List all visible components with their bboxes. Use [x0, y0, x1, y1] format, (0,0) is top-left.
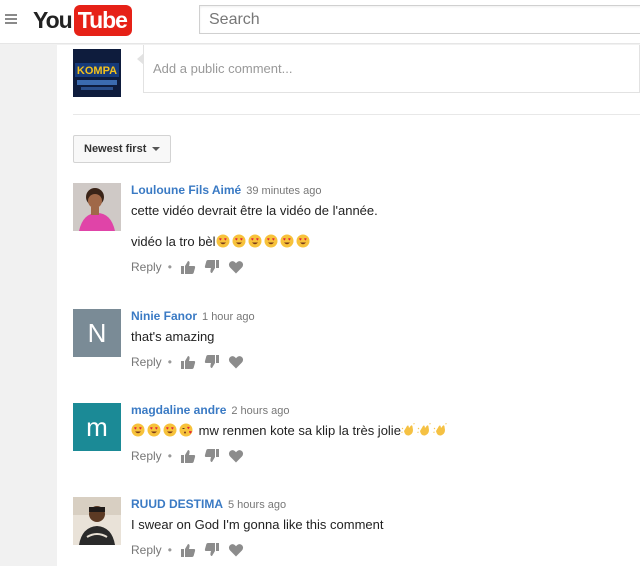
- thumbs-up-icon[interactable]: [180, 354, 196, 370]
- search-box: [199, 5, 640, 34]
- heart-eyes-emoji-row: [216, 234, 312, 249]
- youtube-logo[interactable]: You Tube: [33, 4, 132, 36]
- comment-text: that's amazing: [131, 329, 215, 344]
- heart-icon[interactable]: [228, 354, 244, 370]
- reply-button[interactable]: Reply: [131, 449, 162, 463]
- comment-text-line2: vidéo la tro bèl: [131, 233, 631, 250]
- comment-text: I swear on God I'm gonna like this comme…: [131, 517, 384, 532]
- top-bar: You Tube: [0, 0, 640, 44]
- comment-timestamp[interactable]: 39 minutes ago: [246, 185, 321, 197]
- commenter-avatar[interactable]: [73, 183, 121, 231]
- comments-section: KOMPA Newest first Louloune Fils Aimé 39 …: [57, 45, 640, 566]
- comment-author[interactable]: Louloune Fils Aimé: [131, 183, 241, 197]
- user-avatar: KOMPA: [73, 49, 121, 97]
- comment-text: mw renmen kote sa klip la très jolie: [198, 423, 401, 438]
- comment-actions: Reply •: [131, 448, 631, 464]
- separator-dot: •: [167, 260, 172, 274]
- logo-tube-text: Tube: [73, 4, 132, 36]
- comment-timestamp[interactable]: 2 hours ago: [231, 405, 289, 417]
- comment-composer: [137, 45, 640, 93]
- avatar-letter: N: [87, 317, 107, 348]
- comment-actions: Reply •: [131, 542, 631, 558]
- comment-text: cette vidéo devrait être la vidéo de l'a…: [131, 203, 378, 218]
- logo-you-text: You: [33, 6, 73, 33]
- divider: [73, 114, 640, 115]
- svg-text:KOMPA: KOMPA: [77, 65, 117, 77]
- search-input[interactable]: [200, 6, 640, 33]
- reply-button[interactable]: Reply: [131, 543, 162, 557]
- heart-icon[interactable]: [228, 448, 244, 464]
- comment-input[interactable]: [144, 45, 639, 92]
- comment-item: m magdaline andre 2 hours ago mw renmen k…: [73, 403, 633, 463]
- thumbs-down-icon[interactable]: [204, 542, 220, 558]
- comment-actions: Reply •: [131, 259, 631, 275]
- commenter-avatar[interactable]: [73, 497, 121, 545]
- comment-author[interactable]: magdaline andre: [131, 403, 226, 417]
- comment-timestamp[interactable]: 1 hour ago: [202, 311, 255, 323]
- comment-text-second: vidéo la tro bèl: [131, 234, 216, 249]
- avatar-letter: m: [86, 411, 108, 442]
- comment-actions: Reply •: [131, 354, 631, 370]
- reply-button[interactable]: Reply: [131, 355, 162, 369]
- caret-down-icon: [152, 147, 161, 151]
- comment-item: RUUD DESTIMA 5 hours ago I swear on God I…: [73, 497, 633, 557]
- separator-dot: •: [167, 543, 172, 557]
- thumbs-down-icon[interactable]: [204, 448, 220, 464]
- comment-text-line: mw renmen kote sa klip la très jolie: [131, 422, 631, 439]
- separator-dot: •: [167, 355, 172, 369]
- thumbs-up-icon[interactable]: [180, 542, 196, 558]
- commenter-avatar[interactable]: m: [73, 403, 121, 451]
- reply-button[interactable]: Reply: [131, 260, 162, 274]
- comment-item: N Ninie Fanor 1 hour ago that's amazing R…: [73, 309, 633, 369]
- thumbs-down-icon[interactable]: [204, 354, 220, 370]
- comment-item: Louloune Fils Aimé 39 minutes ago cette v…: [73, 183, 633, 283]
- thumbs-down-icon[interactable]: [204, 259, 220, 275]
- comment-author[interactable]: RUUD DESTIMA: [131, 497, 223, 511]
- sort-dropdown-button[interactable]: Newest first: [73, 135, 172, 163]
- heart-icon[interactable]: [228, 542, 244, 558]
- clapping-hands-emoji-row: [401, 423, 449, 438]
- comment-author[interactable]: Ninie Fanor: [131, 309, 197, 323]
- separator-dot: •: [167, 449, 172, 463]
- hamburger-menu-icon[interactable]: [5, 14, 17, 26]
- commenter-avatar[interactable]: N: [73, 309, 121, 357]
- comment-timestamp[interactable]: 5 hours ago: [228, 499, 286, 511]
- thumbs-up-icon[interactable]: [180, 259, 196, 275]
- thumbs-up-icon[interactable]: [180, 448, 196, 464]
- sort-label: Newest first: [84, 143, 147, 155]
- emoji-row-leading: [131, 423, 195, 438]
- heart-icon[interactable]: [228, 259, 244, 275]
